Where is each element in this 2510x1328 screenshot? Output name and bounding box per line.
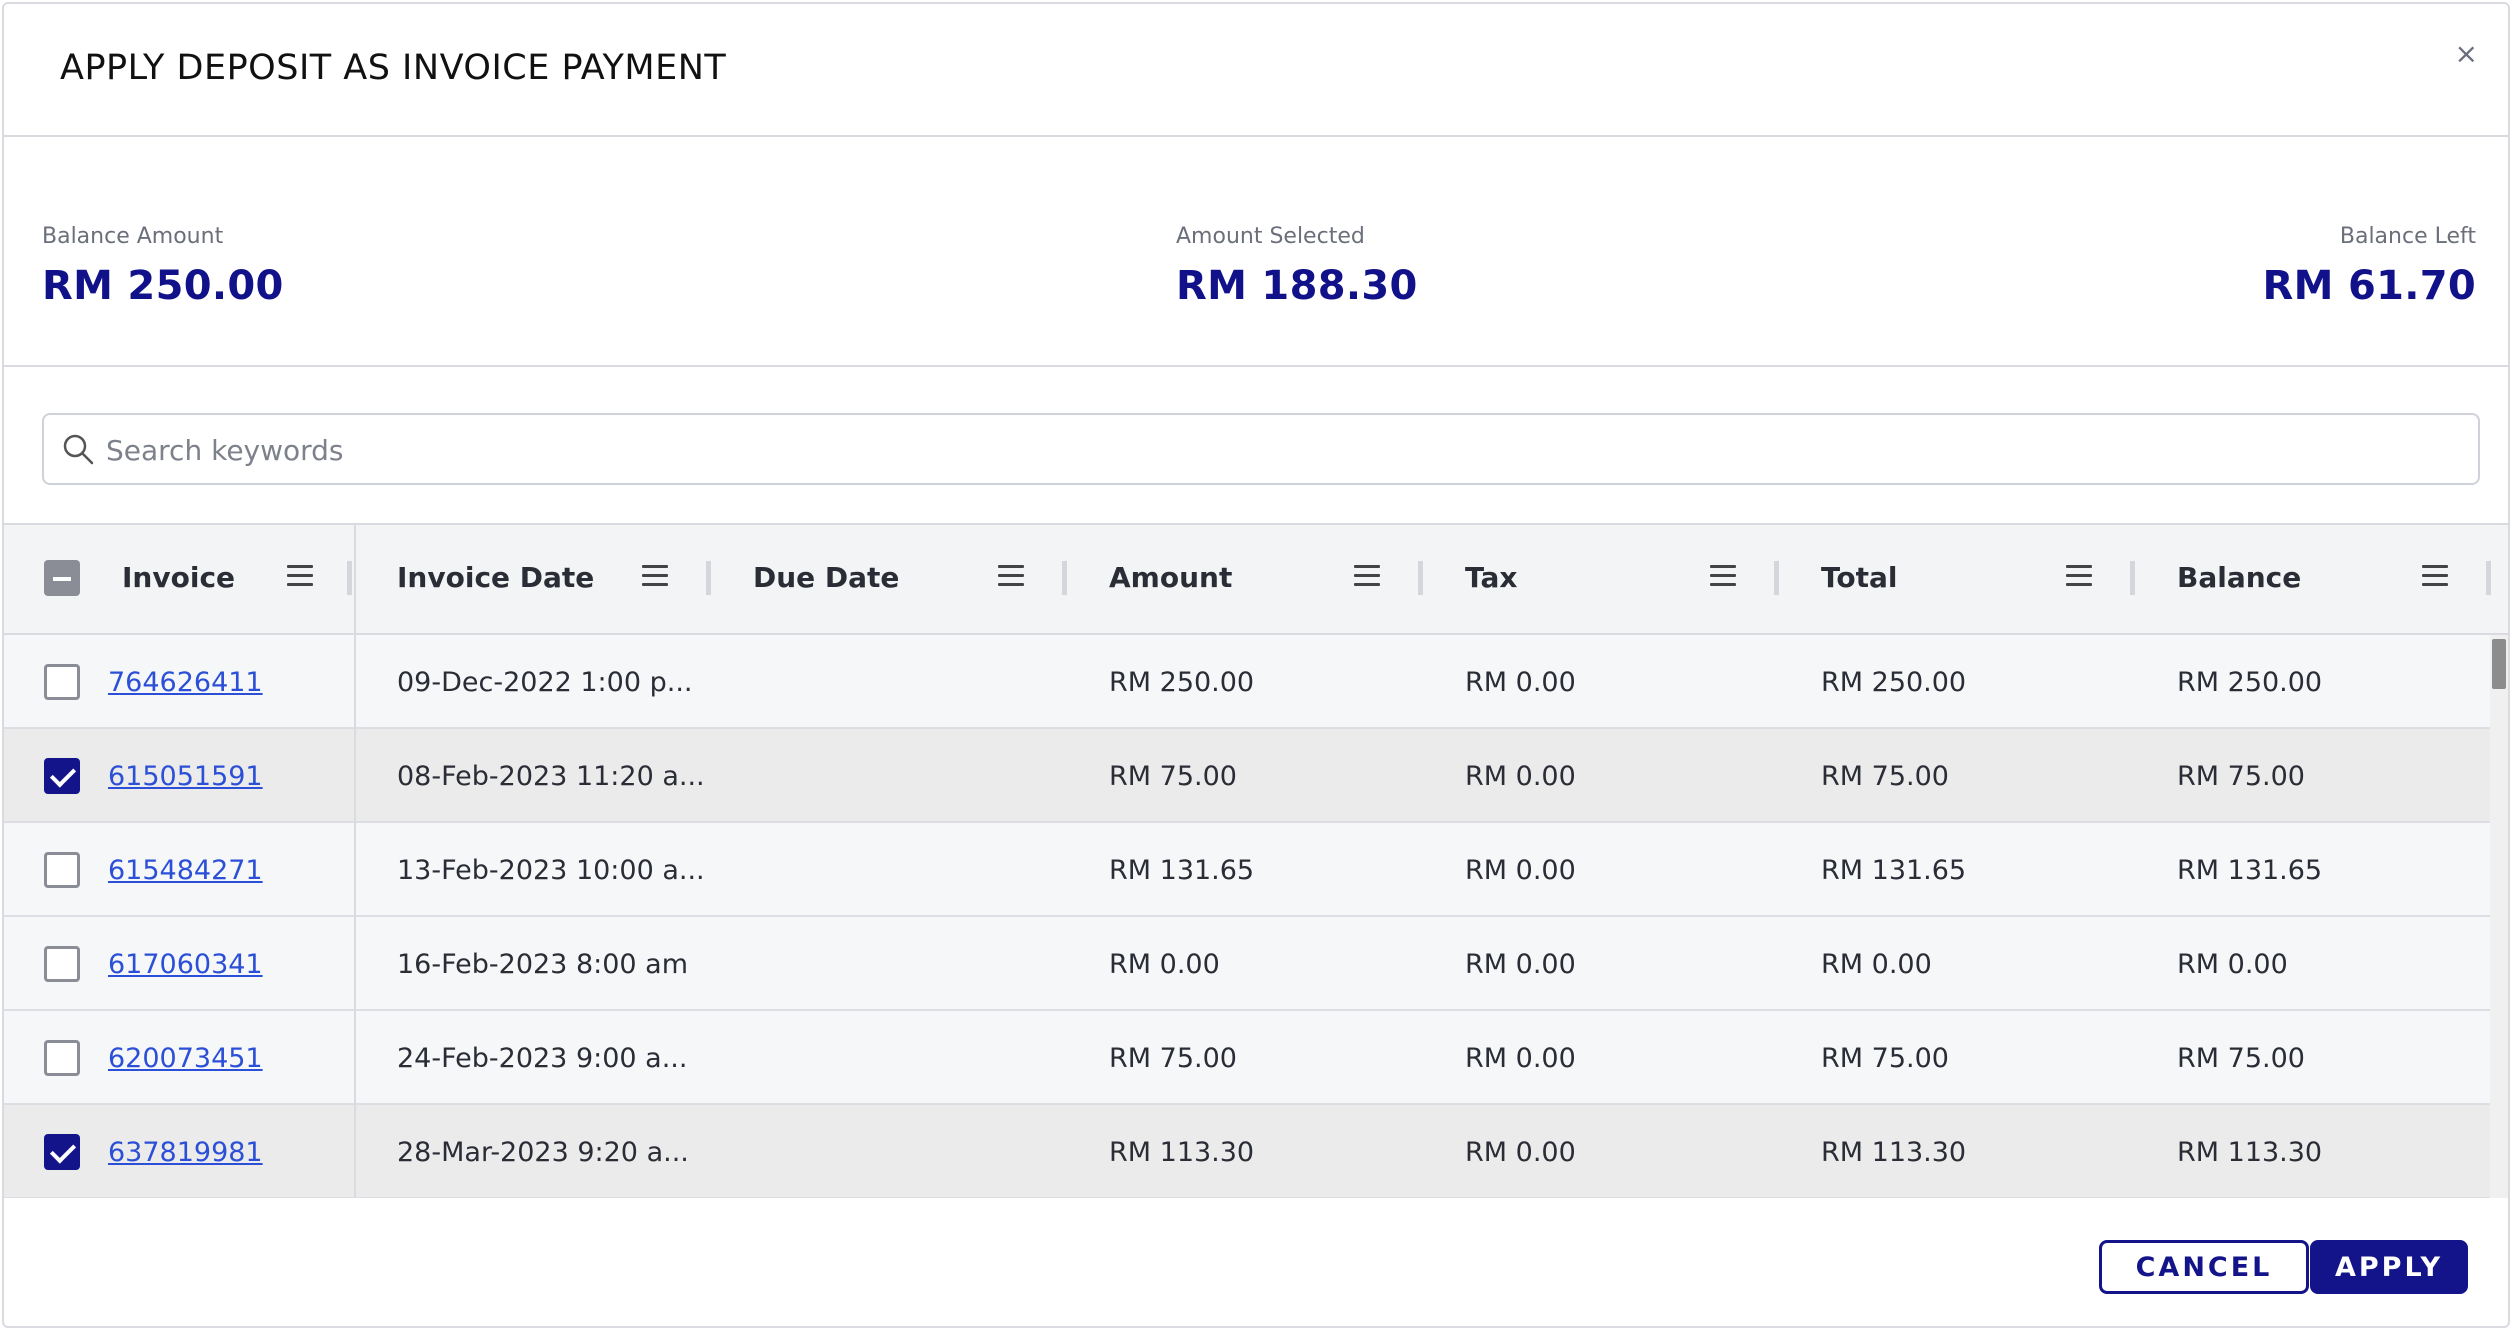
apply-deposit-dialog: APPLY DEPOSIT AS INVOICE PAYMENT × Balan… — [2, 2, 2510, 1328]
amount-selected-label: Amount Selected — [1176, 224, 1365, 249]
pinned-column-divider — [354, 525, 356, 1198]
search-input[interactable] — [104, 423, 2458, 477]
column-menu-icon[interactable] — [1710, 565, 1736, 589]
invoice-grid: Invoice Invoice Date Due Date Amount Tax… — [4, 523, 2508, 1198]
table-row[interactable]: 620073451 24-Feb-2023 9:00 a... RM 75.00… — [4, 1011, 2490, 1105]
invoice-date-cell: 28-Mar-2023 9:20 a... — [397, 1137, 689, 1168]
apply-button[interactable]: APPLY — [2310, 1240, 2468, 1294]
column-resize-handle[interactable] — [1062, 561, 1067, 595]
balance-left-value: RM 61.70 — [2262, 263, 2476, 309]
balance-cell: RM 75.00 — [2177, 761, 2305, 792]
row-checkbox[interactable] — [44, 758, 80, 794]
balance-amount-label: Balance Amount — [42, 224, 224, 249]
search-box — [42, 413, 2480, 485]
invoice-date-cell: 09-Dec-2022 1:00 p... — [397, 667, 693, 698]
tax-cell: RM 0.00 — [1465, 1137, 1576, 1168]
column-resize-handle[interactable] — [1774, 561, 1779, 595]
amount-cell: RM 0.00 — [1109, 949, 1220, 980]
invoice-number-link[interactable]: 764626411 — [108, 667, 263, 698]
total-cell: RM 75.00 — [1821, 761, 1949, 792]
row-checkbox[interactable] — [44, 852, 80, 888]
column-resize-handle[interactable] — [706, 561, 711, 595]
invoice-number-link[interactable]: 615051591 — [108, 761, 263, 792]
total-cell: RM 75.00 — [1821, 1043, 1949, 1074]
row-checkbox[interactable] — [44, 1134, 80, 1170]
amount-cell: RM 75.00 — [1109, 761, 1237, 792]
amount-summary: Balance Amount RM 250.00 Amount Selected… — [4, 137, 2508, 367]
table-row[interactable]: 617060341 16-Feb-2023 8:00 am RM 0.00 RM… — [4, 917, 2490, 1011]
column-resize-handle[interactable] — [1418, 561, 1423, 595]
invoice-number-link[interactable]: 620073451 — [108, 1043, 263, 1074]
select-all-checkbox[interactable] — [44, 560, 80, 596]
amount-cell: RM 131.65 — [1109, 855, 1255, 886]
balance-amount-value: RM 250.00 — [42, 263, 284, 309]
dialog-title: APPLY DEPOSIT AS INVOICE PAYMENT — [60, 48, 727, 88]
balance-left-summary: Balance Left RM 61.70 — [2263, 224, 2476, 309]
invoice-date-cell: 16-Feb-2023 8:00 am — [397, 949, 689, 980]
column-header-balance[interactable]: Balance — [2177, 561, 2301, 594]
table-row[interactable]: 615484271 13-Feb-2023 10:00 a... RM 131.… — [4, 823, 2490, 917]
invoice-number-link[interactable]: 637819981 — [108, 1137, 263, 1168]
balance-cell: RM 113.30 — [2177, 1137, 2323, 1168]
total-cell: RM 131.65 — [1821, 855, 1967, 886]
amount-cell: RM 250.00 — [1109, 667, 1255, 698]
column-header-due-date[interactable]: Due Date — [753, 561, 899, 594]
invoice-date-cell: 13-Feb-2023 10:00 a... — [397, 855, 705, 886]
column-menu-icon[interactable] — [2422, 565, 2448, 589]
invoice-date-cell: 24-Feb-2023 9:00 a... — [397, 1043, 688, 1074]
total-cell: RM 113.30 — [1821, 1137, 1967, 1168]
scrollbar-thumb[interactable] — [2492, 639, 2506, 689]
amount-selected-value: RM 188.30 — [1176, 263, 1418, 309]
row-checkbox[interactable] — [44, 664, 80, 700]
total-cell: RM 250.00 — [1821, 667, 1967, 698]
row-checkbox[interactable] — [44, 1040, 80, 1076]
dialog-header: APPLY DEPOSIT AS INVOICE PAYMENT × — [4, 4, 2508, 137]
invoice-date-cell: 08-Feb-2023 11:20 a... — [397, 761, 705, 792]
amount-selected-summary: Amount Selected RM 188.30 — [1176, 224, 1418, 309]
close-icon[interactable]: × — [2455, 40, 2478, 68]
tax-cell: RM 0.00 — [1465, 949, 1576, 980]
grid-body: 764626411 09-Dec-2022 1:00 p... RM 250.0… — [4, 635, 2490, 1198]
table-row[interactable]: 637819981 28-Mar-2023 9:20 a... RM 113.3… — [4, 1105, 2490, 1198]
balance-cell: RM 131.65 — [2177, 855, 2323, 886]
column-menu-icon[interactable] — [1354, 565, 1380, 589]
column-header-amount[interactable]: Amount — [1109, 561, 1232, 594]
cancel-button[interactable]: CANCEL — [2099, 1240, 2309, 1294]
amount-cell: RM 113.30 — [1109, 1137, 1255, 1168]
column-menu-icon[interactable] — [642, 565, 668, 589]
invoice-number-link[interactable]: 617060341 — [108, 949, 263, 980]
column-resize-handle[interactable] — [347, 561, 352, 595]
balance-cell: RM 0.00 — [2177, 949, 2288, 980]
column-header-invoice[interactable]: Invoice — [122, 561, 235, 594]
search-icon — [63, 434, 94, 465]
balance-cell: RM 250.00 — [2177, 667, 2323, 698]
table-row[interactable]: 615051591 08-Feb-2023 11:20 a... RM 75.0… — [4, 729, 2490, 823]
column-resize-handle[interactable] — [2130, 561, 2135, 595]
tax-cell: RM 0.00 — [1465, 667, 1576, 698]
tax-cell: RM 0.00 — [1465, 1043, 1576, 1074]
balance-cell: RM 75.00 — [2177, 1043, 2305, 1074]
tax-cell: RM 0.00 — [1465, 761, 1576, 792]
amount-cell: RM 75.00 — [1109, 1043, 1237, 1074]
balance-amount-summary: Balance Amount RM 250.00 — [42, 224, 284, 309]
grid-header: Invoice Invoice Date Due Date Amount Tax… — [4, 525, 2508, 635]
column-menu-icon[interactable] — [998, 565, 1024, 589]
tax-cell: RM 0.00 — [1465, 855, 1576, 886]
column-header-tax[interactable]: Tax — [1465, 561, 1517, 594]
column-menu-icon[interactable] — [2066, 565, 2092, 589]
row-checkbox[interactable] — [44, 946, 80, 982]
column-menu-icon[interactable] — [287, 565, 313, 589]
column-resize-handle[interactable] — [2486, 561, 2491, 595]
balance-left-label: Balance Left — [2339, 224, 2476, 249]
grid-scrollbar[interactable] — [2490, 635, 2508, 1198]
table-row[interactable]: 764626411 09-Dec-2022 1:00 p... RM 250.0… — [4, 635, 2490, 729]
total-cell: RM 0.00 — [1821, 949, 1932, 980]
column-header-total[interactable]: Total — [1821, 561, 1898, 594]
column-header-invoice-date[interactable]: Invoice Date — [397, 561, 594, 594]
invoice-number-link[interactable]: 615484271 — [108, 855, 263, 886]
